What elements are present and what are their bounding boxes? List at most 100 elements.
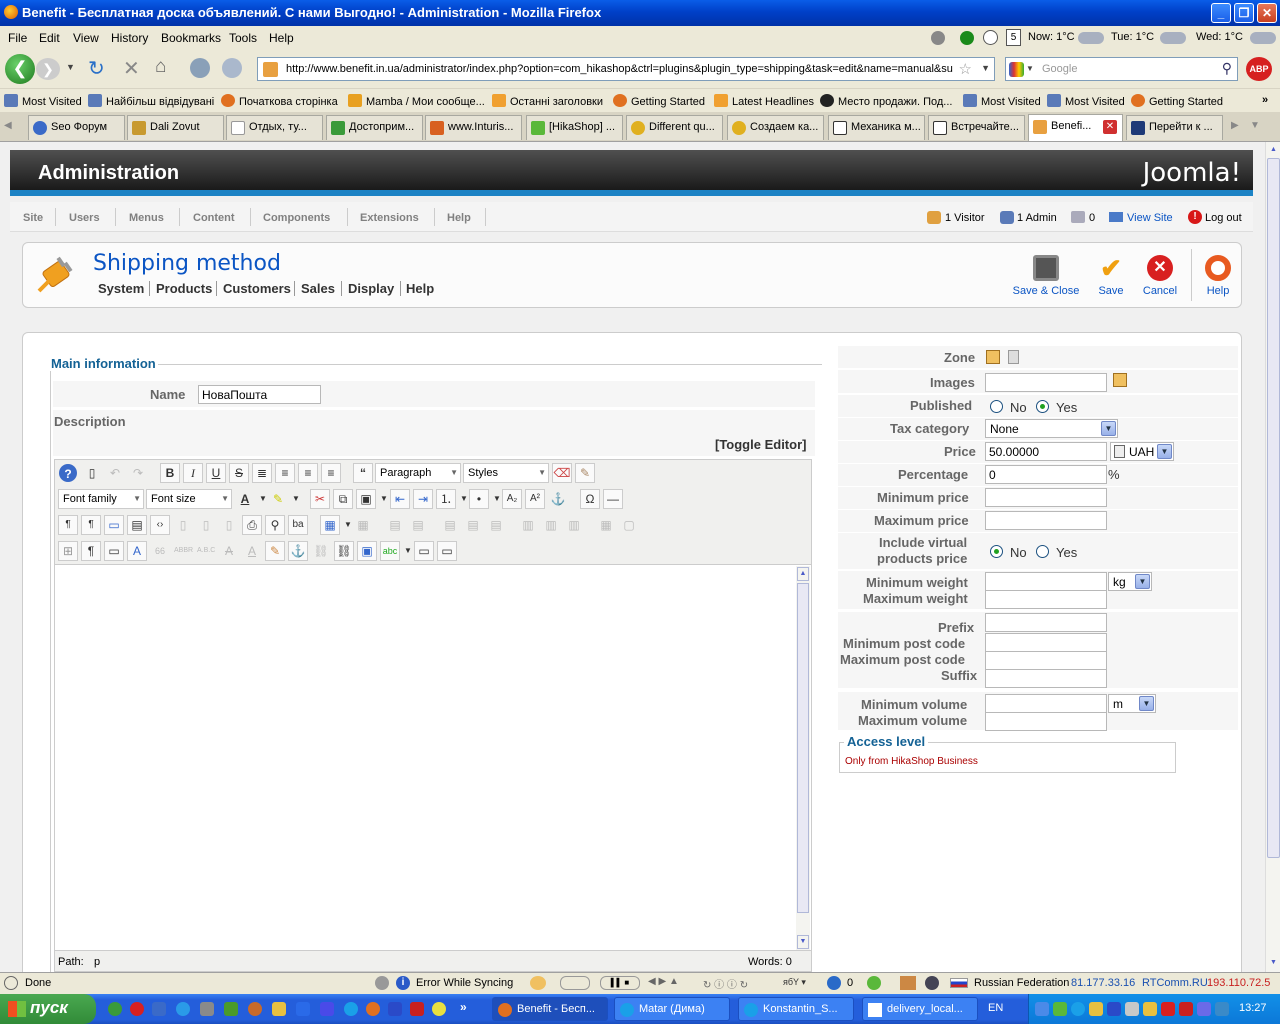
split-cells-icon[interactable]: ▦ [596, 515, 616, 535]
bookmark-item[interactable]: Most Visited [1047, 94, 1125, 108]
tab-vstrechaite[interactable]: Встречайте... [928, 115, 1025, 140]
insert-table-icon[interactable]: ▦ [320, 515, 340, 535]
undo-icon[interactable]: ↶ [105, 463, 125, 483]
tray-icon[interactable] [1107, 1002, 1121, 1016]
weather-now[interactable]: Now: 1°C [1028, 31, 1075, 43]
tab-benefit-active[interactable]: Benefi... ✕ [1028, 114, 1123, 141]
include-virtual-yes-radio[interactable] [1036, 545, 1049, 558]
sync-status[interactable]: Error While Syncing [416, 977, 513, 989]
cell-props-icon[interactable]: ▤ [408, 515, 428, 535]
scroll-tabs-left-icon[interactable]: ◀ [4, 120, 12, 131]
menu-help[interactable]: Help [269, 31, 294, 45]
submenu-display[interactable]: Display [348, 281, 394, 296]
scroll-down-icon[interactable]: ▼ [1267, 956, 1280, 970]
quicklaunch-icon[interactable] [200, 1002, 214, 1016]
view-site-link[interactable]: View Site [1127, 212, 1173, 224]
admin-menu-menus[interactable]: Menus [129, 212, 164, 224]
submenu-products[interactable]: Products [156, 281, 212, 296]
forward-button[interactable]: ❯ [36, 58, 60, 80]
eraser-icon[interactable]: ⌫ [552, 463, 572, 483]
search-addon-icon[interactable] [222, 58, 242, 78]
fullscreen-icon[interactable]: ▭ [104, 515, 124, 535]
help-icon[interactable]: ? [59, 464, 77, 482]
align-right-icon[interactable]: ≡ [321, 463, 341, 483]
tab-pereiti[interactable]: Перейти к ... [1126, 115, 1223, 140]
firefox-icon[interactable] [366, 1002, 380, 1016]
admin-menu-content[interactable]: Content [193, 212, 235, 224]
superscript-icon[interactable]: A² [525, 489, 545, 509]
prefix-input[interactable] [985, 613, 1107, 632]
bookmark-item[interactable]: Getting Started [1131, 94, 1223, 108]
scroll-tabs-right-icon[interactable]: ▶ [1231, 120, 1239, 131]
align-left-icon[interactable]: ≡ [298, 463, 318, 483]
pagebreak-icon[interactable]: ▭ [437, 541, 457, 561]
help-button[interactable]: Help [1201, 255, 1235, 297]
history-dropdown-icon[interactable]: ▼ [66, 62, 75, 72]
tray-icon[interactable] [1053, 1002, 1067, 1016]
start-button[interactable]: пуск [0, 994, 96, 1024]
delete-table-icon[interactable]: ▦ [353, 515, 373, 535]
globe-icon[interactable] [925, 976, 939, 990]
published-yes-radio[interactable] [1036, 400, 1049, 413]
strikethrough-button[interactable]: S [229, 463, 249, 483]
yandex-bar-icon[interactable]: ябY ▾ [783, 977, 806, 988]
quicklaunch-icon[interactable] [108, 1002, 122, 1016]
page-break-icon[interactable]: ▯ [219, 515, 239, 535]
tab-hikashop[interactable]: [HikaShop] ... [526, 115, 623, 140]
tab-inturis[interactable]: www.Inturis... [425, 115, 522, 140]
clock-icon[interactable] [983, 30, 998, 45]
anchor-icon[interactable]: ⚓ [288, 541, 308, 561]
quicklaunch-icon[interactable] [152, 1002, 166, 1016]
google-icon[interactable] [1009, 62, 1024, 77]
numbered-list-icon[interactable]: ⒈ [436, 489, 456, 509]
filezilla-icon[interactable] [410, 1002, 424, 1016]
submenu-system[interactable]: System [98, 281, 144, 296]
images-input[interactable] [985, 373, 1107, 392]
maximum-price-input[interactable] [985, 511, 1107, 530]
paste-icon[interactable]: ▣ [356, 489, 376, 509]
network-tray-icon[interactable] [1215, 1002, 1229, 1016]
bookmarks-overflow-icon[interactable]: » [1262, 94, 1268, 106]
adblock-icon[interactable]: ABP [1246, 57, 1272, 81]
link-icon[interactable]: ⛓ [334, 541, 354, 561]
tray-icon[interactable] [1179, 1002, 1193, 1016]
weather-tue[interactable]: Tue: 1°C [1111, 31, 1154, 43]
back-button[interactable]: ❮ [5, 54, 35, 84]
player-controls-icon[interactable]: ▌▌ ■ [600, 976, 640, 990]
list-all-tabs-icon[interactable]: ▼ [1250, 120, 1260, 131]
menu-edit[interactable]: Edit [39, 31, 60, 45]
cite-icon[interactable]: 66 [150, 541, 170, 561]
cut-icon[interactable]: ✂ [310, 489, 330, 509]
ltr-icon[interactable]: ¶ [58, 515, 78, 535]
horizontal-rule-icon[interactable]: ― [603, 489, 623, 509]
skype-tray-icon[interactable] [1071, 1002, 1085, 1016]
subscript-icon[interactable]: A₂ [502, 489, 522, 509]
replace-icon[interactable]: ba [288, 515, 308, 535]
cancel-button[interactable]: ✕ Cancel [1140, 255, 1180, 297]
green-addon-icon[interactable] [867, 976, 881, 990]
bookmark-item[interactable]: Початкова сторінка [221, 94, 338, 108]
price-input[interactable]: 50.00000 [985, 442, 1107, 461]
logout-link[interactable]: Log out [1205, 212, 1242, 224]
rtl-icon[interactable]: ¶ [81, 515, 101, 535]
percentage-input[interactable]: 0 [985, 465, 1107, 484]
insert-col-after-icon[interactable]: ▥ [541, 515, 561, 535]
quicklaunch-icon[interactable] [432, 1002, 446, 1016]
calendar-icon[interactable]: 5 [1006, 29, 1021, 46]
info-icon[interactable]: i [396, 976, 410, 990]
anchor-disabled-icon[interactable]: ⚓ [548, 489, 568, 509]
insert-page-icon[interactable]: ▯ [173, 515, 193, 535]
save-button[interactable]: ✔ Save [1096, 255, 1126, 297]
tray-icon[interactable] [1143, 1002, 1157, 1016]
spellcheck-icon[interactable]: abc [380, 541, 400, 561]
style-props-icon[interactable]: A [127, 541, 147, 561]
admin-menu-extensions[interactable]: Extensions [360, 212, 419, 224]
tray-icon[interactable] [1125, 1002, 1139, 1016]
maximum-weight-input[interactable] [985, 590, 1107, 609]
admin-menu-help[interactable]: Help [447, 212, 471, 224]
close-window-button[interactable]: ✕ [1257, 3, 1277, 23]
bookmark-item[interactable]: Найбільш відвідувані [88, 94, 214, 108]
url-dropdown-icon[interactable]: ▼ [981, 63, 990, 73]
taskbar-item-delivery[interactable]: delivery_local... [862, 997, 978, 1021]
minimum-weight-input[interactable] [985, 572, 1107, 591]
